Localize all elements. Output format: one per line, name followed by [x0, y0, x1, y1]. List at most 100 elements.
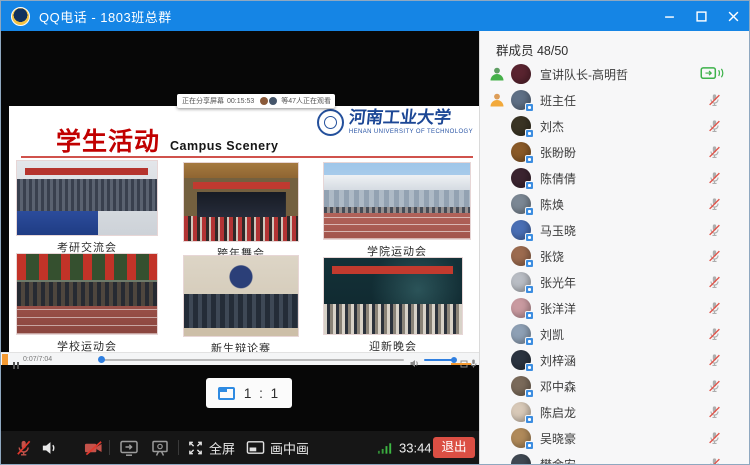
member-name: 樊金安 [540, 456, 576, 465]
volume-slider[interactable] [424, 359, 454, 361]
muted-mic-icon[interactable] [707, 119, 722, 134]
slide-photo: 新生辩论赛 [183, 255, 299, 356]
member-row[interactable]: 邓中森 [480, 373, 749, 399]
online-badge [525, 155, 534, 164]
member-row[interactable]: 张光年 [480, 269, 749, 295]
role-icon [489, 66, 505, 82]
viewers-count-label: 等47人正在观看 [281, 96, 331, 106]
slide-photo: 学院运动会 [323, 162, 471, 259]
muted-mic-icon[interactable] [707, 405, 722, 420]
share-screen-button[interactable] [119, 439, 139, 457]
signal-strength-icon [377, 441, 394, 455]
pip-icon [246, 440, 265, 456]
avatar [511, 428, 531, 448]
close-button[interactable] [717, 1, 749, 31]
member-row[interactable]: 吴晓豪 [480, 425, 749, 451]
university-name-en: HENAN UNIVERSITY OF TECHNOLOGY [349, 129, 473, 135]
member-row[interactable]: 刘梓涵 [480, 347, 749, 373]
member-row[interactable]: 樊金安 [480, 451, 749, 464]
scale-ratio-label: 1 : 1 [244, 386, 280, 401]
member-name: 张盼盼 [540, 144, 576, 161]
member-row[interactable]: 陈启龙 [480, 399, 749, 425]
muted-mic-icon[interactable] [707, 145, 722, 160]
member-row[interactable]: 班主任 [480, 87, 749, 113]
online-badge [525, 129, 534, 138]
photo-image [16, 253, 158, 335]
member-row[interactable]: 陈焕 [480, 191, 749, 217]
muted-mic-icon[interactable] [707, 457, 722, 465]
exit-button[interactable]: 退出 [433, 437, 475, 458]
camera-off-button[interactable] [83, 438, 104, 457]
volume-handle[interactable] [451, 357, 457, 363]
muted-mic-icon[interactable] [707, 249, 722, 264]
minimize-button[interactable] [653, 1, 685, 31]
member-row[interactable]: 陈倩倩 [480, 165, 749, 191]
camera-off-icon [83, 438, 104, 457]
member-row[interactable]: 马玉晓 [480, 217, 749, 243]
photo-image [323, 257, 463, 335]
muted-mic-icon[interactable] [707, 93, 722, 108]
muted-mic-icon[interactable] [707, 197, 722, 212]
member-row[interactable]: 张盼盼 [480, 139, 749, 165]
volume-icon[interactable] [410, 355, 420, 373]
call-duration: 33:44 [399, 440, 432, 455]
pip-button[interactable]: 画中画 [246, 438, 309, 457]
muted-mic-icon[interactable] [707, 353, 722, 368]
slide-title-row: 学生活动 Campus Scenery [56, 122, 278, 158]
maximize-icon [696, 11, 707, 22]
toolbar-divider [109, 440, 110, 455]
online-badge [525, 415, 534, 424]
member-row[interactable]: 刘杰 [480, 113, 749, 139]
muted-mic-icon[interactable] [707, 431, 722, 446]
member-name: 刘凯 [540, 326, 564, 343]
member-name: 陈启龙 [540, 404, 576, 421]
video-player-bar: 0:07/7:04 [1, 352, 479, 365]
fullscreen-button[interactable]: 全屏 [187, 438, 235, 457]
role-icon [489, 92, 505, 108]
online-badge [525, 441, 534, 450]
member-name: 吴晓豪 [540, 430, 576, 447]
qq-call-window: QQ电话 - 1803班总群 正在分享屏幕 00:15:53 等47人正在观看 [0, 0, 750, 465]
whiteboard-button[interactable] [150, 439, 170, 457]
minimize-icon [664, 11, 675, 22]
slide-photo: 学校运动会 [16, 253, 158, 354]
muted-mic-icon[interactable] [707, 223, 722, 238]
progress-slider[interactable] [99, 359, 404, 361]
muted-mic-icon[interactable] [707, 275, 722, 290]
call-toolbar: 全屏 画中画 33:44 退出 [1, 431, 479, 464]
member-list: 宣讲队长-高明哲 班主任 [480, 61, 749, 464]
speaker-button[interactable] [40, 438, 59, 457]
university-logo: 河南工业大学 HENAN UNIVERSITY OF TECHNOLOGY [317, 109, 473, 136]
avatar [511, 142, 531, 162]
member-name: 邓中森 [540, 378, 576, 395]
slide-title: 学生活动 [56, 122, 160, 158]
mic-muted-icon [14, 438, 33, 457]
share-screen-icon [119, 439, 139, 457]
member-list-header: 群成员 48/50 [496, 40, 568, 59]
university-name: 河南工业大学 [348, 109, 474, 128]
member-row[interactable]: 刘凯 [480, 321, 749, 347]
member-row[interactable]: 宣讲队长-高明哲 [480, 61, 749, 87]
online-badge [525, 207, 534, 216]
muted-mic-icon[interactable] [707, 171, 722, 186]
member-row[interactable]: 张饶 [480, 243, 749, 269]
avatar [511, 376, 531, 396]
maximize-button[interactable] [685, 1, 717, 31]
university-emblem-icon [317, 109, 344, 136]
pause-icon[interactable] [13, 356, 21, 374]
window-title: QQ电话 - 1803班总群 [39, 7, 172, 26]
member-name: 张光年 [540, 274, 576, 291]
mute-mic-button[interactable] [14, 438, 33, 457]
progress-handle[interactable] [98, 356, 105, 363]
muted-mic-icon[interactable] [707, 327, 722, 342]
presentation-slide: 河南工业大学 HENAN UNIVERSITY OF TECHNOLOGY 学生… [9, 106, 479, 352]
actual-size-button[interactable]: 1 : 1 [206, 378, 292, 408]
avatar [511, 220, 531, 240]
avatar [511, 90, 531, 110]
pip-label: 画中画 [270, 438, 309, 457]
player-mic-icon[interactable] [470, 355, 477, 373]
muted-mic-icon[interactable] [707, 301, 722, 316]
member-row[interactable]: 张洋洋 [480, 295, 749, 321]
share-elapsed-time: 00:15:53 [227, 98, 254, 105]
muted-mic-icon[interactable] [707, 379, 722, 394]
